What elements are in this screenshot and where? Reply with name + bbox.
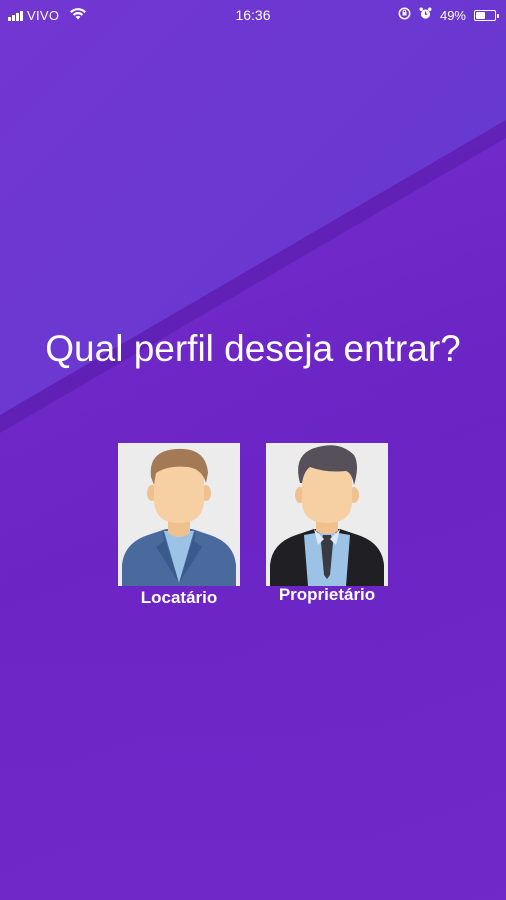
profile-label-tenant[interactable]: Locatário [118,588,240,608]
app-screen: VIVO 16:36 49% Qual perfil deseja entrar… [0,0,506,900]
profile-label-owner[interactable]: Proprietário [266,585,388,605]
battery-percent: 49% [439,7,466,23]
owner-avatar-icon[interactable] [266,443,388,586]
orientation-lock-icon [398,7,411,23]
background-sheen [0,0,506,900]
profile-question-heading: Qual perfil deseja entrar? [45,328,461,369]
status-bar: VIVO 16:36 49% [0,0,506,32]
battery-level-fill [476,11,485,19]
status-right: 49% [398,7,499,23]
tenant-avatar-icon[interactable] [118,443,240,586]
profile-option-owner[interactable]: Proprietário [266,443,388,605]
profile-option-tenant[interactable]: Locatário [118,443,240,608]
alarm-icon [419,7,432,23]
battery-icon [474,9,499,21]
